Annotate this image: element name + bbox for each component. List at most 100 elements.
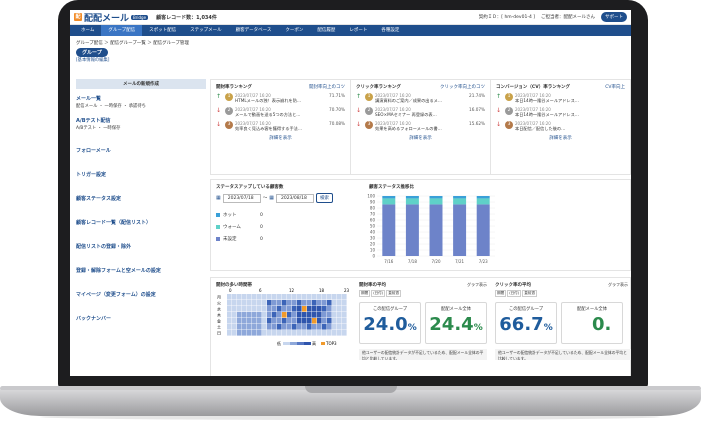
legend-swatch <box>216 213 220 217</box>
nav-step-mail[interactable]: ステップメール <box>183 25 229 36</box>
heat-cell <box>287 294 292 300</box>
ranking-row[interactable]: ↓ 2 2023/07/27 16:20 本日14時〜隆谷メールアドレス… <box>496 107 625 118</box>
open-all-unit: % <box>473 323 483 333</box>
sidebar-item-backnumber[interactable]: バックナンバー <box>76 315 111 322</box>
heat-cell <box>257 330 262 336</box>
rank-medal-icon: 2 <box>225 107 233 115</box>
open-chip-prev[interactable]: 直前週 <box>386 290 401 297</box>
click-all-label: 配配メール全体 <box>576 307 608 312</box>
y-tick-label: 70 <box>370 212 376 217</box>
heat-cell <box>277 300 282 306</box>
heat-cell <box>307 318 312 324</box>
ranking-subject: 効果を高めるフォローメールの書… <box>375 126 442 131</box>
click-graph-link[interactable]: グラフ表示 <box>608 282 628 288</box>
sidebar-item-trigger[interactable]: トリガー設定 <box>76 171 106 178</box>
sidebar-item-forms[interactable]: 登録・解除フォームと空メールの設定 <box>76 267 161 274</box>
show-details-link[interactable]: 詳細を表示 <box>496 135 625 141</box>
heat-cell <box>272 306 277 312</box>
nav-settings[interactable]: 各種設定 <box>374 25 406 36</box>
sidebar-item-record-list[interactable]: 顧客レコード一覧（配信リスト） <box>76 219 151 226</box>
heat-cell <box>317 312 322 318</box>
group-badge: グループ <box>76 48 108 57</box>
sidebar-item-ab-test[interactable]: A/Bテスト配信 A/Bテスト ・ 一時保存 <box>76 117 120 131</box>
open-group-value: 24.0 <box>363 314 408 335</box>
hour-label: 23 <box>344 288 350 293</box>
heat-cell <box>327 306 332 312</box>
sidebar-item-follow-mail[interactable]: フォローメール <box>76 147 111 154</box>
show-details-link[interactable]: 詳細を表示 <box>356 135 485 141</box>
heat-cell <box>267 306 272 312</box>
ranking-row[interactable]: ↑ 1 2023/07/27 16:20 HTMLメールの独！表示崩れを防… 71.71… <box>216 93 345 104</box>
ranking-tips-link[interactable]: 開封率向上のコツ <box>309 84 345 90</box>
chart-bar <box>405 204 419 256</box>
click-chip-prev[interactable]: 直前週 <box>522 290 537 297</box>
logo[interactable]: 配 配配メール Bridge <box>74 11 149 24</box>
ranking-row[interactable]: ↓ 2 2023/07/27 16:20 SEO×MAセミナー 再登録の表… 16.07… <box>356 107 485 118</box>
legend-swatch <box>216 237 220 241</box>
support-button[interactable]: サポート <box>601 12 627 22</box>
heat-cell <box>282 300 287 306</box>
ranking-tips-link[interactable]: クリック率向上のコツ <box>440 84 485 90</box>
ranking-row[interactable]: ↓ 2 2023/07/27 16:20 メールで動画を送る5つの方法と… 70.70% <box>216 107 345 118</box>
ranking-row[interactable]: ↓ 3 2023/07/27 16:20 本日配信／配信した後の… <box>496 121 625 132</box>
sidebar-item-list-register[interactable]: 配信リストの登録・除外 <box>76 243 131 250</box>
open-time-heatmap: 0 6 12 18 23 月火水木金土日低 高 TOP3 <box>217 288 350 346</box>
ranking-row[interactable]: ↑ 1 2023/07/27 16:20 本日14時〜隆谷メールアドレス… <box>496 93 625 104</box>
calendar-icon[interactable]: ▦ <box>216 195 221 201</box>
edit-basic-info-link[interactable]: [基本情報の編集] <box>70 57 631 63</box>
legend-scale-swatch <box>304 342 311 345</box>
calendar-icon[interactable]: ▦ <box>269 195 274 201</box>
sidebar-item-mypage[interactable]: マイページ（変更フォーム）の設定 <box>76 291 156 298</box>
open-rate-section: 開封率の平均 グラフ表示 期間 (日付) 直前週 <box>359 282 487 297</box>
heat-cell <box>287 300 292 306</box>
nav-customer-db[interactable]: 顧客データベース <box>229 25 279 36</box>
status-legend-item: ウォーム 0 <box>216 224 286 230</box>
trend-arrow-icon: ↓ <box>216 107 222 114</box>
stats-card: 開封の多い時間帯 0 6 12 18 23 月火水木金土日低高 TOP3 開封率の平均 グラ… <box>210 277 631 376</box>
show-details-link[interactable]: 詳細を表示 <box>216 135 345 141</box>
ranking-row[interactable]: ↓ 3 2023/07/27 16:20 効率良く見込み客を獲得する手法… 70.08% <box>216 121 345 132</box>
heat-cell <box>322 300 327 306</box>
open-chip-date[interactable]: (日付) <box>371 290 386 297</box>
y-tick-label: 60 <box>370 218 376 223</box>
main-nav: ホーム グループ配信 スポット配信 ステップメール 顧客データベース クーポン … <box>70 25 631 36</box>
rankings-card: 開封率ランキング 開封率向上のコツ ↑ 1 2023/07/27 16:20 HTMLメー… <box>210 79 631 175</box>
y-tick-label: 80 <box>370 206 376 211</box>
legend-label: 未設定 <box>223 237 237 242</box>
heat-cell <box>287 330 292 336</box>
search-button[interactable]: 検索 <box>315 193 333 203</box>
nav-report[interactable]: レポート <box>342 25 374 36</box>
ranking-tips-link[interactable]: CV率向上 <box>605 84 625 90</box>
trend-arrow-icon: ↓ <box>496 121 502 128</box>
heat-cell <box>272 324 277 330</box>
trend-arrow-icon: ↓ <box>356 107 362 114</box>
chart-bar <box>382 196 396 199</box>
heat-cell <box>302 300 307 306</box>
breadcrumb[interactable]: グループ配信 ＞ 配信グループ一覧 ＞ 配信グループ管理 <box>70 36 631 48</box>
ranking-row[interactable]: ↑ 1 2023/07/27 16:20 講演資料のご案内／成果の出るメ… 21.74% <box>356 93 485 104</box>
nav-spot-delivery[interactable]: スポット配信 <box>142 25 183 36</box>
heat-cell <box>242 294 247 300</box>
chart-bar <box>405 196 419 199</box>
date-from-input[interactable]: 2023/07/18 <box>222 193 261 203</box>
sidebar-item-status-settings[interactable]: 顧客ステータス設定 <box>76 195 121 202</box>
heat-cell <box>297 300 302 306</box>
y-tick-label: 50 <box>370 224 376 229</box>
click-chip-period[interactable]: 期間 <box>495 290 507 297</box>
nav-history[interactable]: 配信履歴 <box>310 25 342 36</box>
date-to-input[interactable]: 2023/08/18 <box>275 193 314 203</box>
open-chip-period[interactable]: 期間 <box>359 290 371 297</box>
nav-home[interactable]: ホーム <box>74 25 101 36</box>
heat-cell <box>337 312 342 318</box>
heat-cell <box>292 294 297 300</box>
ranking-row[interactable]: ↓ 3 2023/07/27 16:20 効果を高めるフォローメールの書… 15.62% <box>356 121 485 132</box>
heat-cell <box>257 318 262 324</box>
sidebar-item-mail-list[interactable]: メール一覧 配信メール ・ 一時保存 ・ 承認待ち <box>76 95 146 109</box>
heat-cell <box>282 324 287 330</box>
nav-coupon[interactable]: クーポン <box>278 25 310 36</box>
new-mail-button[interactable]: メールの新規作成 <box>76 79 206 89</box>
click-chip-date[interactable]: (日付) <box>507 290 522 297</box>
heat-cell <box>252 300 257 306</box>
nav-group-delivery[interactable]: グループ配信 <box>101 25 143 36</box>
open-graph-link[interactable]: グラフ表示 <box>467 282 487 288</box>
